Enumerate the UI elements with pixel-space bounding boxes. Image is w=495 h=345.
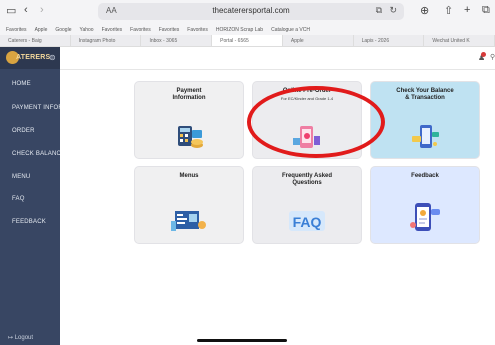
card-faq[interactable]: Frequently Asked Questions FAQ [253,167,361,243]
tab-overview-icon[interactable]: ⧉ [482,4,490,17]
logout-link[interactable]: ↦ Logout [8,334,33,341]
notification-dot [481,52,486,57]
bookmark[interactable]: Favorites [130,27,151,33]
browser-tab[interactable]: Instagram Photo [71,35,142,46]
bookmarks-bar: Favorites Apple Google Yahoo Favorites F… [0,24,495,35]
logo-text: ATERERS [16,54,51,61]
sidebar-item-check-balance[interactable]: Check Balance [12,151,65,157]
bookmark[interactable]: Favorites [187,27,208,33]
browser-tab[interactable]: Wechat United K [424,35,495,46]
header-divider [60,69,495,70]
menu-toggle-icon[interactable]: ⊜ [49,53,56,62]
home-indicator[interactable] [197,339,287,342]
bookmark[interactable]: Yahoo [79,27,93,33]
card-title: Feedback [411,173,439,179]
card-menus[interactable]: Menus [135,167,243,243]
card-title: Payment Information [172,88,206,101]
browser-tab[interactable]: Inbox - 3065 [141,35,213,46]
address-bar[interactable]: AA thecaterersportal.com ⧉ ↻ [98,3,404,20]
sidebar-item-faq[interactable]: FAQ [12,196,25,202]
faq-illustration: FAQ [289,211,325,231]
tabs-icon[interactable]: ⧉ [376,5,382,16]
card-check-balance[interactable]: Check Your Balance & Transaction [371,82,479,158]
sidebar-icon[interactable]: ▭ [6,4,16,17]
card-title: Menus [179,173,199,179]
caterers-logo[interactable]: ATERERS [6,51,50,65]
balance-phone-illustration [412,125,439,148]
bookmark[interactable]: Favorites [102,27,123,33]
browser-tab-active[interactable]: Portal - 6565 [212,35,283,46]
browser-tab[interactable]: Caterers - Baig [0,35,71,46]
share-icon[interactable]: ⇧ [444,4,453,17]
browser-toolbar: ▭ ‹ › AA thecaterersportal.com ⧉ ↻ ⊕ ⇧ +… [0,0,495,24]
svg-text:FAQ: FAQ [293,214,322,230]
card-feedback[interactable]: Feedback [371,167,479,243]
highlight-circle [247,86,385,158]
bookmark[interactable]: Catalogue a VCH [271,27,310,33]
new-tab-icon[interactable]: + [464,4,470,16]
logout-icon: ↦ [8,335,14,341]
feedback-phone-illustration [410,203,440,231]
sidebar-item-feedback[interactable]: Feedback [12,219,46,225]
bookmark[interactable]: Google [55,27,71,33]
browser-tab[interactable]: Lapis - 2026 [354,35,425,46]
download-icon[interactable]: ⊕ [420,4,429,17]
logo-bar: ATERERS ⊜ [0,47,60,69]
sidebar-item-home[interactable]: Home [12,81,31,87]
menu-board-illustration [171,211,206,231]
bookmark[interactable]: Favorites [6,27,27,33]
bookmark[interactable]: Favorites [159,27,180,33]
bookmark[interactable]: HORIZON Scrap Lab [216,27,263,33]
sidebar: ATERERS ⊜ Home Payment Information Order… [0,47,87,345]
tab-bar: Caterers - Baig Instagram Photo Inbox - … [0,35,495,47]
notification-bell-icon[interactable]: ♟ [478,52,486,62]
back-icon[interactable]: ‹ [24,4,28,16]
card-payment-information[interactable]: Payment Information [135,82,243,158]
sidebar-item-order[interactable]: Order [12,128,35,134]
sidebar-item-menu[interactable]: Menu [12,174,30,180]
card-title: Frequently Asked Questions [281,173,333,186]
browser-tab[interactable]: Apple [283,35,354,46]
card-title: Check Your Balance & Transaction [396,88,454,101]
reload-icon[interactable]: ↻ [389,5,397,16]
user-icon[interactable]: ⚲ [490,53,495,61]
calculator-coins-illustration [178,126,203,148]
bookmark[interactable]: Apple [35,27,48,33]
forward-icon[interactable]: › [40,4,44,16]
main-content: ♟ ⚲ Payment Information Online Pre-Order… [60,47,495,345]
url-text[interactable]: thecaterersportal.com [98,6,404,15]
logout-label: Logout [14,335,34,341]
